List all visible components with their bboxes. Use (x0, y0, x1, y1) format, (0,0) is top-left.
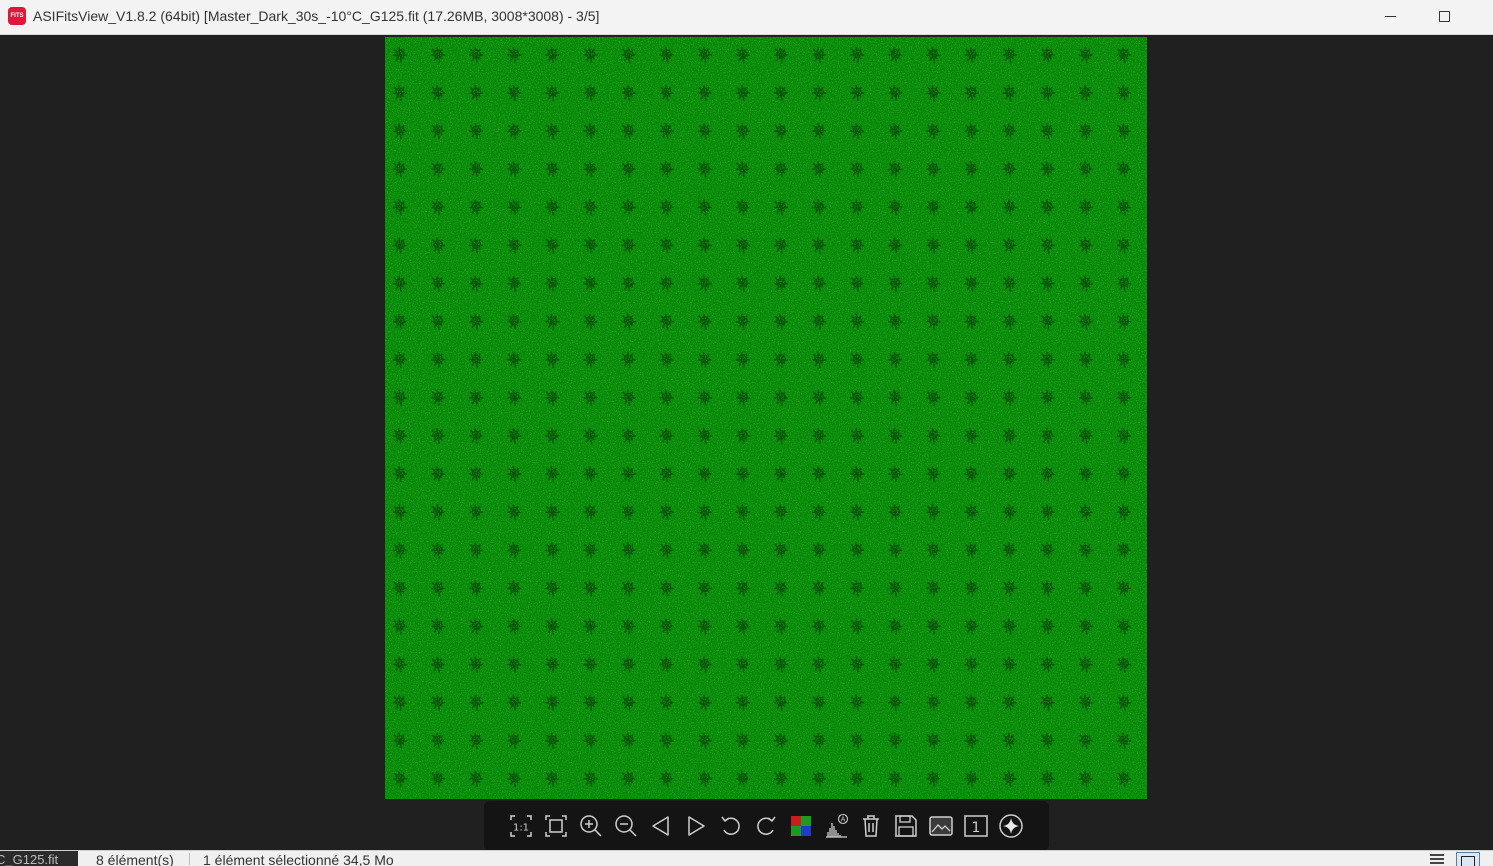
one-to-one-label: 1:1 (513, 823, 529, 834)
minimize-button[interactable] (1361, 0, 1419, 34)
triangle-left-icon (652, 816, 669, 836)
sparkle-icon (999, 814, 1023, 838)
actual-size-button[interactable]: 1:1 (506, 811, 536, 841)
rotate-left-icon (721, 816, 740, 835)
one-to-one-icon: 1:1 (510, 815, 532, 837)
rotate-right-button[interactable] (751, 811, 781, 841)
next-button[interactable] (681, 811, 711, 841)
triangle-right-icon (688, 816, 705, 836)
one-frame-icon: 1 (964, 815, 988, 837)
histogram-auto-icon: A (826, 813, 849, 838)
image-info-button[interactable] (926, 811, 956, 841)
file-tab-fragment[interactable]: C_G125.fit (0, 851, 78, 866)
status-bar: C_G125.fit 8 élément(s) 1 élément sélect… (0, 850, 1493, 866)
title-bar: FITS ASIFitsView_V1.8.2 (64bit) [Master_… (0, 0, 1493, 35)
status-divider (189, 853, 190, 865)
zoom-out-icon (615, 815, 637, 837)
image-icon (929, 816, 953, 836)
debayer-button[interactable] (786, 811, 816, 841)
floppy-disk-icon (895, 815, 917, 837)
fits-image[interactable] (385, 37, 1147, 799)
app-logo-icon: FITS (8, 7, 26, 25)
fit-window-button[interactable] (541, 811, 571, 841)
window-title: ASIFitsView_V1.8.2 (64bit) [Master_Dark_… (33, 8, 600, 24)
rotate-left-button[interactable] (716, 811, 746, 841)
zoom-in-button[interactable] (576, 811, 606, 841)
fits-image-pattern (385, 37, 1147, 799)
star-detect-button[interactable] (996, 811, 1026, 841)
previous-button[interactable] (646, 811, 676, 841)
image-viewer-area[interactable] (0, 35, 1493, 850)
single-frame-button[interactable]: 1 (961, 811, 991, 841)
auto-label: A (841, 816, 846, 824)
bayer-color-icon (791, 816, 811, 836)
zoom-out-button[interactable] (611, 811, 641, 841)
tiles-view-icon[interactable] (1456, 852, 1480, 866)
trash-icon (863, 815, 879, 837)
list-view-icon[interactable] (1430, 854, 1444, 864)
auto-stretch-button[interactable]: A (821, 811, 851, 841)
maximize-button[interactable] (1416, 0, 1474, 34)
fit-window-icon (545, 815, 567, 837)
rotate-right-icon (757, 816, 776, 835)
viewer-toolbar: 1:1 A 1 (484, 801, 1049, 851)
save-button[interactable] (891, 811, 921, 841)
item-count: 8 élément(s) (96, 852, 174, 866)
frame-number-label: 1 (972, 820, 981, 836)
zoom-in-icon (580, 815, 602, 837)
selection-info: 1 élément sélectionné 34,5 Mo (203, 852, 394, 866)
delete-button[interactable] (856, 811, 886, 841)
